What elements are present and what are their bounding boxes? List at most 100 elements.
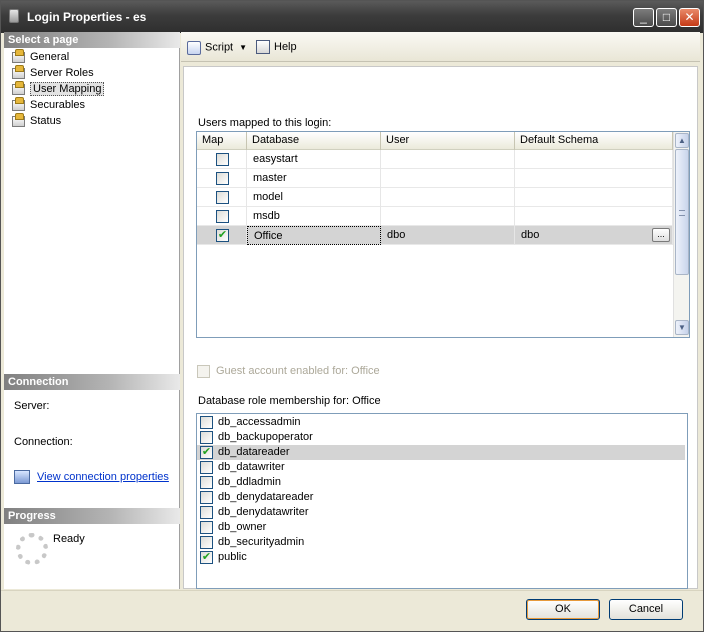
list-item[interactable]: ✔ public: [197, 550, 685, 565]
list-item[interactable]: db_securityadmin: [197, 535, 685, 550]
view-connection-properties-link[interactable]: View connection properties: [37, 471, 169, 483]
guest-account-label: Guest account enabled for: Office: [216, 365, 380, 377]
dropdown-arrow-icon[interactable]: ▼: [239, 39, 247, 56]
table-row[interactable]: easystart: [197, 150, 673, 169]
table-row-selected[interactable]: ✔ Office dbo dbo ...: [197, 226, 673, 245]
progress-spinner-icon: [16, 533, 48, 565]
column-header-user[interactable]: User: [381, 132, 515, 150]
page-item-securables[interactable]: Securables: [10, 97, 86, 114]
role-label: db_backupoperator: [218, 431, 313, 443]
role-checkbox[interactable]: [200, 431, 213, 444]
minimize-button[interactable]: _: [633, 8, 654, 27]
users-mapped-title: Users mapped to this login:: [198, 117, 332, 129]
role-checkbox[interactable]: [200, 416, 213, 429]
login-properties-window: Login Properties - es _ □ ✕ Select a pag…: [0, 0, 704, 632]
schema-browse-button[interactable]: ...: [652, 228, 670, 242]
scroll-up-arrow-icon[interactable]: ▲: [675, 133, 689, 148]
app-icon: [9, 9, 19, 23]
database-cell: Office: [247, 226, 381, 245]
page-item-label: Status: [30, 115, 62, 127]
connection-properties-icon: [14, 470, 30, 484]
user-mapping-content: Users mapped to this login: Map Database…: [183, 66, 698, 589]
list-item[interactable]: db_owner: [197, 520, 685, 535]
user-cell[interactable]: [381, 207, 515, 226]
schema-cell[interactable]: dbo: [515, 226, 673, 245]
role-label: db_securityadmin: [218, 536, 305, 548]
map-checkbox[interactable]: ✔: [216, 229, 229, 242]
left-pane: Select a page General Server Roles User …: [4, 32, 180, 589]
role-membership-list: db_accessadmin db_backupoperator ✔ db_dat…: [196, 413, 688, 589]
list-item[interactable]: db_backupoperator: [197, 430, 685, 445]
list-item[interactable]: db_denydatareader: [197, 490, 685, 505]
role-checkbox[interactable]: [200, 506, 213, 519]
progress-header: Progress: [4, 508, 180, 524]
list-item[interactable]: db_datawriter: [197, 460, 685, 475]
server-label: Server:: [14, 400, 50, 412]
column-header-database[interactable]: Database: [247, 132, 381, 150]
role-label: db_denydatareader: [218, 491, 314, 503]
list-item[interactable]: db_denydatawriter: [197, 505, 685, 520]
help-button[interactable]: Help: [256, 39, 297, 57]
map-checkbox[interactable]: [216, 210, 229, 223]
scroll-down-arrow-icon[interactable]: ▼: [675, 320, 689, 335]
connection-header: Connection: [4, 374, 180, 390]
role-label: db_accessadmin: [218, 416, 301, 428]
role-label: db_owner: [218, 521, 267, 533]
database-cell: easystart: [247, 150, 381, 169]
map-cell: [197, 150, 247, 169]
page-item-status[interactable]: Status: [10, 113, 62, 130]
schema-cell[interactable]: [515, 150, 673, 169]
table-row[interactable]: master: [197, 169, 673, 188]
list-item-selected[interactable]: ✔ db_datareader: [197, 445, 685, 460]
help-icon: [256, 40, 270, 55]
user-cell[interactable]: [381, 150, 515, 169]
column-header-map[interactable]: Map: [197, 132, 247, 150]
page-item-user-mapping[interactable]: User Mapping: [10, 81, 105, 98]
role-checkbox[interactable]: [200, 491, 213, 504]
user-cell[interactable]: [381, 188, 515, 207]
table-row[interactable]: model: [197, 188, 673, 207]
role-label: db_ddladmin: [218, 476, 281, 488]
ok-button[interactable]: OK: [526, 599, 600, 620]
list-item[interactable]: db_ddladmin: [197, 475, 685, 490]
schema-cell[interactable]: [515, 188, 673, 207]
script-button[interactable]: Script ▼: [187, 39, 247, 57]
page-icon: [12, 97, 25, 111]
page-item-server-roles[interactable]: Server Roles: [10, 65, 94, 82]
page-item-general[interactable]: General: [10, 49, 70, 66]
database-cell: master: [247, 169, 381, 188]
dialog-button-bar: OK Cancel: [1, 590, 703, 631]
role-checkbox[interactable]: ✔: [200, 446, 213, 459]
maximize-button[interactable]: □: [656, 8, 677, 27]
right-pane: Script ▼ Help Users mapped to this login:…: [181, 32, 700, 589]
cancel-button[interactable]: Cancel: [609, 599, 683, 620]
role-checkbox[interactable]: [200, 536, 213, 549]
map-checkbox[interactable]: [216, 172, 229, 185]
user-cell[interactable]: dbo: [381, 226, 515, 245]
select-page-header: Select a page: [4, 32, 180, 48]
scroll-thumb[interactable]: [675, 149, 689, 275]
page-item-label: Securables: [30, 99, 86, 111]
script-icon: [187, 40, 201, 55]
table-row[interactable]: msdb: [197, 207, 673, 226]
map-checkbox[interactable]: [216, 191, 229, 204]
page-icon: [12, 65, 25, 79]
page-item-label: General: [30, 51, 70, 63]
column-header-default-schema[interactable]: Default Schema: [515, 132, 673, 150]
role-checkbox[interactable]: [200, 461, 213, 474]
role-checkbox[interactable]: [200, 476, 213, 489]
schema-cell[interactable]: [515, 169, 673, 188]
script-label: Script: [205, 41, 234, 54]
close-button[interactable]: ✕: [679, 8, 700, 27]
user-cell[interactable]: [381, 169, 515, 188]
title-bar[interactable]: Login Properties - es _ □ ✕: [1, 1, 703, 33]
schema-cell[interactable]: [515, 207, 673, 226]
role-checkbox[interactable]: ✔: [200, 551, 213, 564]
role-label: db_datawriter: [218, 461, 285, 473]
role-checkbox[interactable]: [200, 521, 213, 534]
grid-vertical-scrollbar[interactable]: ▲ ▼: [673, 132, 689, 337]
list-item[interactable]: db_accessadmin: [197, 415, 685, 430]
database-cell: model: [247, 188, 381, 207]
map-checkbox[interactable]: [216, 153, 229, 166]
guest-account-checkbox: [197, 365, 210, 378]
